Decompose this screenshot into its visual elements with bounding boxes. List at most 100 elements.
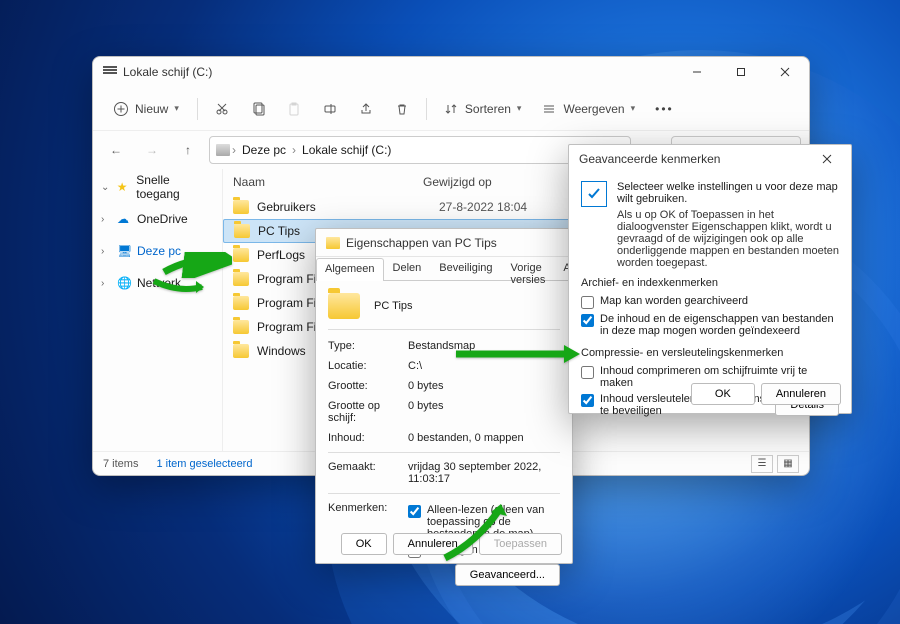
- paste-button[interactable]: [278, 93, 310, 125]
- label-contents: Inhoud:: [328, 432, 408, 444]
- info-text-1: Selecteer welke instellingen u voor deze…: [617, 181, 839, 205]
- folder-icon: [233, 344, 249, 358]
- sidebar-label: Netwerk: [137, 276, 181, 290]
- label-size-disk: Grootte op schijf:: [328, 400, 408, 424]
- properties-tabs: Algemeen Delen Beveiliging Vorige versie…: [316, 257, 572, 281]
- view-icon: [541, 101, 557, 117]
- drive-icon: [103, 66, 117, 78]
- advanced-titlebar[interactable]: Geavanceerde kenmerken: [569, 145, 851, 173]
- ok-button[interactable]: OK: [691, 383, 755, 405]
- view-label: Weergeven: [563, 102, 624, 116]
- cancel-button[interactable]: Annuleren: [393, 533, 473, 555]
- advanced-button[interactable]: Geavanceerd...: [455, 564, 560, 586]
- delete-button[interactable]: [386, 93, 418, 125]
- folder-name-field[interactable]: PC Tips: [374, 300, 413, 312]
- copy-icon: [250, 101, 266, 117]
- close-button[interactable]: [763, 57, 807, 87]
- cloud-icon: ☁: [117, 212, 131, 226]
- properties-dialog: Eigenschappen van PC Tips Algemeen Delen…: [315, 228, 573, 564]
- rename-icon: [322, 101, 338, 117]
- value-type: Bestandsmap: [408, 340, 560, 352]
- folder-icon: [233, 320, 249, 334]
- chevron-down-icon: ▾: [174, 103, 179, 114]
- tab-security[interactable]: Beveiliging: [430, 257, 501, 280]
- properties-title: Eigenschappen van PC Tips: [346, 236, 570, 250]
- explorer-toolbar: Nieuw ▾ Sorteren ▾ Weergeven ▾ •••: [93, 87, 809, 131]
- ellipsis-icon: •••: [655, 102, 674, 116]
- properties-titlebar[interactable]: Eigenschappen van PC Tips: [316, 229, 572, 257]
- scissors-icon: [214, 101, 230, 117]
- value-contents: 0 bestanden, 0 mappen: [408, 432, 560, 444]
- cancel-button[interactable]: Annuleren: [761, 383, 841, 405]
- view-details-toggle[interactable]: ☰: [751, 455, 773, 473]
- forward-button[interactable]: →: [137, 135, 167, 165]
- maximize-button[interactable]: [719, 57, 763, 87]
- chevron-right-icon: ›: [292, 143, 296, 157]
- drive-icon: [216, 144, 230, 156]
- crumb-thispc[interactable]: Deze pc: [238, 141, 290, 159]
- value-size-disk: 0 bytes: [408, 400, 560, 424]
- globe-icon: 🌐: [117, 276, 131, 290]
- sidebar-item-quick-access[interactable]: ⌄★Snelle toegang: [97, 175, 218, 199]
- share-button[interactable]: [350, 93, 382, 125]
- up-button[interactable]: ↑: [173, 135, 203, 165]
- monitor-icon: 🖥: [117, 244, 131, 258]
- new-button[interactable]: Nieuw ▾: [103, 93, 189, 125]
- tab-previous[interactable]: Vorige versies: [502, 257, 555, 280]
- folder-icon: [233, 272, 249, 286]
- window-title: Lokale schijf (C:): [123, 65, 675, 79]
- folder-icon: [326, 237, 340, 249]
- label-attrs: Kenmerken:: [328, 502, 408, 514]
- more-button[interactable]: •••: [647, 93, 682, 125]
- folder-icon: [233, 296, 249, 310]
- sidebar-label: Deze pc: [137, 244, 181, 258]
- back-button[interactable]: ←: [101, 135, 131, 165]
- cut-button[interactable]: [206, 93, 238, 125]
- label-size: Grootte:: [328, 380, 408, 392]
- advanced-attributes-dialog: Geavanceerde kenmerken Selecteer welke i…: [568, 144, 852, 414]
- sort-button[interactable]: Sorteren ▾: [435, 93, 530, 125]
- col-name[interactable]: Naam: [223, 175, 423, 189]
- close-button[interactable]: [805, 144, 849, 174]
- checkbox-archive[interactable]: Map kan worden gearchiveerd: [581, 293, 839, 311]
- status-count: 7 items: [103, 458, 138, 470]
- checkbox-index[interactable]: De inhoud en de eigenschappen van bestan…: [581, 311, 839, 339]
- folder-icon: [233, 248, 249, 262]
- view-grid-toggle[interactable]: ▦: [777, 455, 799, 473]
- sidebar-label: OneDrive: [137, 212, 188, 226]
- folder-icon: [328, 293, 360, 319]
- star-icon: ★: [117, 180, 131, 194]
- folder-icon: [234, 224, 250, 238]
- checkmark-icon: [581, 181, 607, 207]
- value-location: C:\: [408, 360, 560, 372]
- status-selected: 1 item geselecteerd: [156, 458, 252, 470]
- explorer-titlebar[interactable]: Lokale schijf (C:): [93, 57, 809, 87]
- chevron-down-icon: ▾: [631, 103, 636, 114]
- sidebar-item-thispc[interactable]: ›🖥Deze pc: [97, 239, 218, 263]
- advanced-title: Geavanceerde kenmerken: [579, 152, 805, 166]
- crumb-drive[interactable]: Lokale schijf (C:): [298, 141, 395, 159]
- value-created: vrijdag 30 september 2022, 11:03:17: [408, 461, 560, 485]
- section-archive-title: Archief- en indexkenmerken: [581, 277, 839, 289]
- share-icon: [358, 101, 374, 117]
- sidebar-label: Snelle toegang: [136, 173, 214, 201]
- ok-button[interactable]: OK: [341, 533, 387, 555]
- sidebar-item-network[interactable]: ›🌐Netwerk: [97, 271, 218, 295]
- info-text-2: Als u op OK of Toepassen in het dialoogv…: [617, 209, 839, 269]
- explorer-sidebar: ⌄★Snelle toegang ›☁OneDrive ›🖥Deze pc ›🌐…: [93, 169, 223, 451]
- copy-button[interactable]: [242, 93, 274, 125]
- apply-button[interactable]: Toepassen: [479, 533, 562, 555]
- trash-icon: [394, 101, 410, 117]
- folder-icon: [233, 200, 249, 214]
- tab-general[interactable]: Algemeen: [316, 258, 384, 281]
- label-type: Type:: [328, 340, 408, 352]
- value-size: 0 bytes: [408, 380, 560, 392]
- minimize-button[interactable]: [675, 57, 719, 87]
- view-button[interactable]: Weergeven ▾: [533, 93, 643, 125]
- rename-button[interactable]: [314, 93, 346, 125]
- sidebar-item-onedrive[interactable]: ›☁OneDrive: [97, 207, 218, 231]
- clipboard-icon: [286, 101, 302, 117]
- tab-share[interactable]: Delen: [384, 257, 431, 280]
- sort-label: Sorteren: [465, 102, 511, 116]
- sort-icon: [443, 101, 459, 117]
